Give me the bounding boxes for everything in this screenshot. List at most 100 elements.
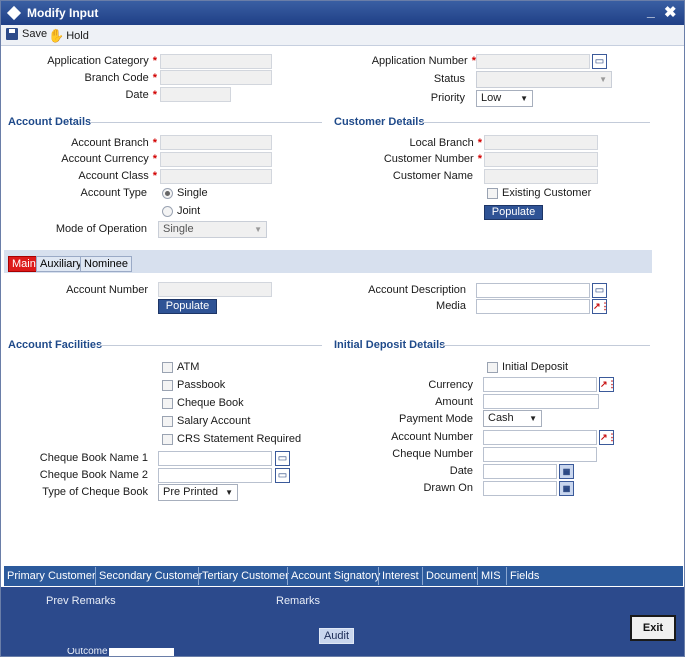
currency-label: Currency bbox=[428, 379, 473, 391]
tab-fields[interactable]: Fields bbox=[506, 567, 542, 585]
account-type-single-radio[interactable]: Single bbox=[162, 187, 208, 199]
initial-deposit-checkbox[interactable]: Initial Deposit bbox=[487, 361, 568, 373]
tab-secondary-customer[interactable]: Secondary Customer bbox=[95, 567, 205, 585]
status-select[interactable]: ▼ bbox=[476, 71, 612, 88]
remarks-label: Remarks bbox=[276, 595, 321, 607]
account-number-label: Account Number bbox=[66, 284, 148, 296]
chevron-down-icon: ▼ bbox=[529, 414, 537, 423]
minimize-button[interactable]: _ bbox=[647, 3, 655, 19]
account-type-label: Account Type bbox=[80, 187, 147, 199]
application-number-field[interactable] bbox=[476, 54, 590, 69]
chevron-down-icon: ▼ bbox=[520, 94, 528, 103]
tab-strip: Main Auxiliary Nominee bbox=[4, 250, 652, 273]
local-branch-field[interactable] bbox=[484, 135, 598, 150]
passbook-checkbox[interactable]: Passbook bbox=[162, 379, 225, 391]
toolbar: Save ✋ Hold bbox=[1, 25, 684, 46]
payment-mode-value: Cash bbox=[488, 412, 514, 424]
close-button[interactable]: ✖ bbox=[664, 3, 677, 21]
bottom-tab-bar: Primary Customer Secondary Customer Tert… bbox=[4, 566, 683, 586]
date-field[interactable] bbox=[160, 87, 231, 102]
exit-button[interactable]: Exit bbox=[630, 615, 676, 641]
account-description-field[interactable] bbox=[476, 283, 590, 298]
calendar-icon[interactable]: ▦ bbox=[559, 481, 574, 496]
cheque-number-label: Cheque Number bbox=[392, 448, 473, 460]
deposit-account-number-field[interactable] bbox=[483, 430, 597, 445]
branch-code-field[interactable] bbox=[160, 70, 272, 85]
cheque-book-name-2-field[interactable] bbox=[158, 468, 272, 483]
main-populate-button[interactable]: Populate bbox=[158, 299, 217, 314]
mode-of-operation-select[interactable]: Single ▼ bbox=[158, 221, 267, 238]
hold-label: Hold bbox=[66, 30, 89, 42]
type-of-cheque-book-label: Type of Cheque Book bbox=[42, 486, 148, 498]
tab-document[interactable]: Document bbox=[422, 567, 479, 585]
application-category-field[interactable] bbox=[160, 54, 272, 69]
initial-deposit-heading: Initial Deposit Details bbox=[334, 339, 446, 351]
tab-tertiary-customer[interactable]: Tertiary Customer bbox=[198, 567, 292, 585]
account-branch-field[interactable] bbox=[160, 135, 272, 150]
title-bar: Modify Input _ ✖ bbox=[1, 1, 684, 25]
drawn-on-field[interactable] bbox=[483, 481, 557, 496]
single-label: Single bbox=[177, 187, 208, 199]
account-class-field[interactable] bbox=[160, 169, 272, 184]
atm-checkbox[interactable]: ATM bbox=[162, 361, 199, 373]
payment-mode-select[interactable]: Cash ▼ bbox=[483, 410, 542, 427]
account-currency-field[interactable] bbox=[160, 152, 272, 167]
amount-field[interactable] bbox=[483, 394, 599, 409]
mode-of-operation-label: Mode of Operation bbox=[55, 223, 147, 235]
hold-button[interactable]: ✋ Hold bbox=[48, 28, 89, 44]
cheque-book-checkbox[interactable]: Cheque Book bbox=[162, 397, 244, 409]
customer-populate-button[interactable]: Populate bbox=[484, 205, 543, 220]
checkbox-icon bbox=[162, 415, 173, 427]
window-title: Modify Input bbox=[27, 6, 99, 20]
priority-select[interactable]: Low ▼ bbox=[476, 90, 533, 107]
tab-primary-customer[interactable]: Primary Customer bbox=[4, 567, 99, 585]
divider bbox=[90, 122, 322, 123]
account-type-joint-radio[interactable]: Joint bbox=[162, 205, 200, 217]
media-field[interactable] bbox=[476, 299, 590, 314]
salary-account-checkbox[interactable]: Salary Account bbox=[162, 415, 250, 427]
cheque-type-value: Pre Printed bbox=[163, 486, 219, 498]
date-label: Date * bbox=[125, 89, 157, 101]
cheque-book-name-2-label: Cheque Book Name 2 bbox=[39, 469, 148, 481]
checkbox-icon bbox=[487, 361, 498, 373]
currency-field[interactable] bbox=[483, 377, 597, 392]
priority-value: Low bbox=[481, 92, 502, 104]
tab-nominee[interactable]: Nominee bbox=[80, 256, 133, 272]
outcome-field[interactable] bbox=[109, 648, 174, 656]
deposit-date-field[interactable] bbox=[483, 464, 557, 479]
tab-interest[interactable]: Interest bbox=[378, 567, 422, 585]
tab-auxiliary[interactable]: Auxiliary bbox=[36, 256, 86, 272]
tab-account-signatory[interactable]: Account Signatory bbox=[287, 567, 383, 585]
footer-panel: Prev Remarks Remarks Audit Exit Outcome bbox=[1, 587, 684, 656]
cheque-book-name-1-field[interactable] bbox=[158, 451, 272, 466]
save-button[interactable]: Save bbox=[6, 28, 47, 40]
lov-search-icon[interactable]: ↗⋮ bbox=[592, 299, 610, 314]
account-number-field[interactable] bbox=[158, 282, 272, 297]
chevron-down-icon: ▼ bbox=[225, 488, 233, 497]
save-label: Save bbox=[22, 28, 48, 40]
customer-number-field[interactable] bbox=[484, 152, 598, 167]
cheque-number-field[interactable] bbox=[483, 447, 597, 462]
type-of-cheque-book-select[interactable]: Pre Printed ▼ bbox=[158, 484, 238, 501]
salary-account-label: Salary Account bbox=[177, 415, 251, 427]
lov-chat-icon[interactable]: ▭ bbox=[275, 468, 290, 483]
checkbox-icon bbox=[162, 361, 173, 373]
account-class-label: Account Class * bbox=[78, 170, 157, 182]
customer-name-field[interactable] bbox=[484, 169, 598, 184]
customer-number-label: Customer Number * bbox=[383, 153, 482, 165]
crs-statement-checkbox[interactable]: CRS Statement Required bbox=[162, 433, 301, 445]
audit-button[interactable]: Audit bbox=[319, 628, 354, 644]
calendar-icon[interactable]: ▦ bbox=[559, 464, 574, 479]
lov-chat-icon[interactable]: ▭ bbox=[275, 451, 290, 466]
existing-customer-checkbox[interactable]: Existing Customer bbox=[487, 187, 591, 199]
lov-search-icon[interactable]: ↗⋮ bbox=[599, 430, 617, 445]
lov-chat-icon[interactable]: ▭ bbox=[592, 54, 607, 69]
cheque-book-name-1-label: Cheque Book Name 1 bbox=[39, 452, 148, 464]
lov-chat-icon[interactable]: ▭ bbox=[592, 283, 607, 298]
checkbox-icon bbox=[162, 433, 173, 445]
lov-search-icon[interactable]: ↗⋮ bbox=[599, 377, 617, 392]
media-label: Media bbox=[436, 300, 466, 312]
tab-mis[interactable]: MIS bbox=[477, 567, 504, 585]
cheque-book-label: Cheque Book bbox=[177, 397, 244, 409]
divider bbox=[420, 122, 650, 123]
